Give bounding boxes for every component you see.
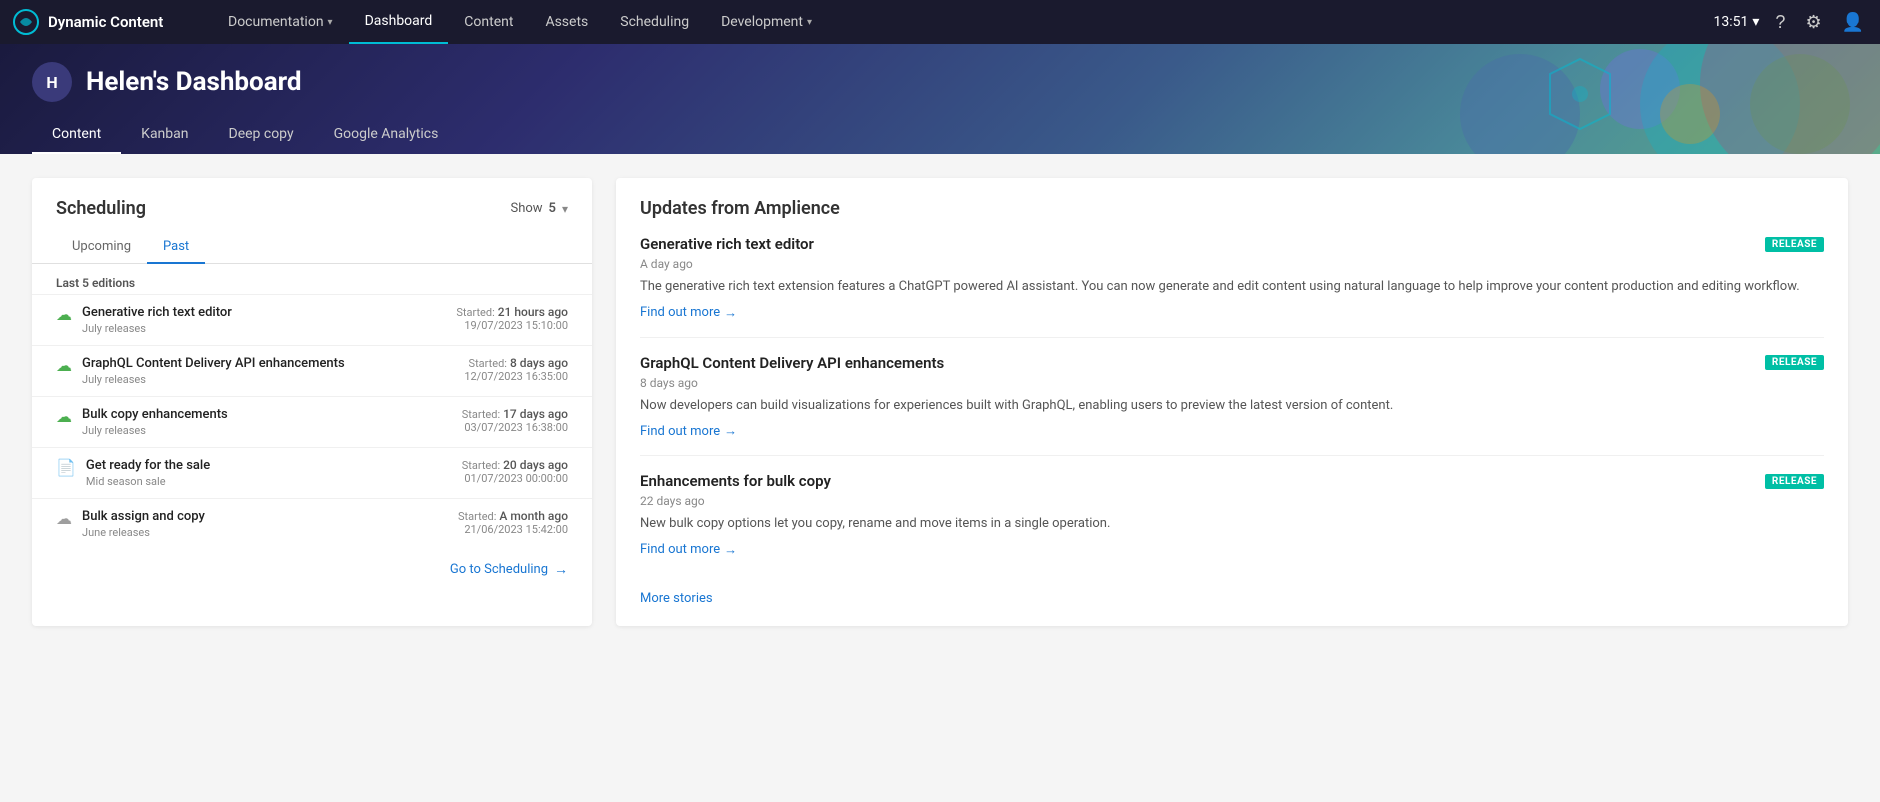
update-age: 22 days ago [640, 494, 1824, 508]
tab-past[interactable]: Past [147, 231, 205, 264]
dashboard-title: Helen's Dashboard [86, 67, 302, 97]
update-card-header: GraphQL Content Delivery API enhancement… [640, 354, 1824, 372]
edition-sub: June releases [82, 526, 205, 539]
topnav-documentation[interactable]: Documentation ▾ [212, 0, 349, 44]
topnav-links: Documentation ▾ Dashboard Content Assets… [212, 0, 1714, 44]
update-age: A day ago [640, 257, 1824, 271]
cloud-upload-icon: ☁ [56, 407, 72, 426]
user-button[interactable]: 👤 [1838, 8, 1868, 37]
update-card-header: Enhancements for bulk copy RELEASE [640, 472, 1824, 490]
edition-time: Started: 17 days ago 03/07/2023 16:38:00 [462, 407, 568, 434]
cloud-upload-icon: ☁ [56, 356, 72, 375]
edition-name: GraphQL Content Delivery API enhancement… [82, 356, 345, 371]
show-control[interactable]: Show 5 ▾ [510, 201, 568, 216]
update-card-title: Generative rich text editor [640, 235, 814, 253]
edition-time: Started: 8 days ago 12/07/2023 16:35:00 [464, 356, 568, 383]
edition-time: Started: 20 days ago 01/07/2023 00:00:00 [462, 458, 568, 485]
find-out-more-link[interactable]: Find out more → [640, 542, 1824, 558]
topnav: Dynamic Content Documentation ▾ Dashboar… [0, 0, 1880, 44]
edition-name: Get ready for the sale [86, 458, 210, 473]
edition-sub: Mid season sale [86, 475, 210, 488]
update-description: Now developers can build visualizations … [640, 396, 1824, 416]
update-card: Enhancements for bulk copy RELEASE 22 da… [640, 472, 1824, 574]
go-to-scheduling-link[interactable]: Go to Scheduling → [32, 549, 592, 594]
release-badge: RELEASE [1765, 237, 1824, 252]
avatar: H [32, 62, 72, 102]
show-chevron-icon: ▾ [562, 202, 568, 216]
tab-content[interactable]: Content [32, 116, 121, 154]
topnav-dashboard[interactable]: Dashboard [349, 0, 449, 44]
edition-time: Started: 21 hours ago 19/07/2023 15:10:0… [456, 305, 568, 332]
tab-kanban[interactable]: Kanban [121, 116, 208, 154]
arrow-right-icon: → [554, 561, 568, 578]
topnav-development[interactable]: Development ▾ [705, 0, 828, 44]
cloud-upload-icon: ☁ [56, 305, 72, 324]
list-item: ☁ Generative rich text editor July relea… [32, 294, 592, 345]
edition-sub: July releases [82, 424, 228, 437]
find-out-more-link[interactable]: Find out more → [640, 423, 1824, 439]
updates-panel: Updates from Amplience Generative rich t… [616, 178, 1848, 626]
topnav-right: 13:51 ▾ ? ⚙ 👤 [1714, 8, 1868, 37]
topnav-assets[interactable]: Assets [529, 0, 604, 44]
clock-display: 13:51 ▾ [1714, 14, 1760, 30]
update-age: 8 days ago [640, 376, 1824, 390]
show-text: Show [510, 201, 542, 216]
cloud-icon: ☁ [56, 509, 72, 528]
list-item: 📄 Get ready for the sale Mid season sale… [32, 447, 592, 498]
edition-left: ☁ Bulk assign and copy June releases [56, 509, 205, 539]
scheduling-tabs: Upcoming Past [32, 231, 592, 264]
scheduling-title: Scheduling [56, 198, 146, 219]
app-logo-icon [12, 8, 40, 36]
help-button[interactable]: ? [1771, 8, 1789, 37]
dashboard-header: H Helen's Dashboard Content Kanban Deep … [0, 44, 1880, 154]
release-badge: RELEASE [1765, 474, 1824, 489]
document-icon: 📄 [56, 458, 76, 477]
documentation-chevron-icon: ▾ [328, 17, 333, 28]
scheduling-panel: Scheduling Show 5 ▾ Upcoming Past Last 5… [32, 178, 592, 626]
edition-sub: July releases [82, 373, 345, 386]
release-badge: RELEASE [1765, 355, 1824, 370]
arrow-right-icon: → [724, 542, 737, 558]
update-description: New bulk copy options let you copy, rena… [640, 514, 1824, 534]
arrow-right-icon: → [724, 305, 737, 321]
main-content: Scheduling Show 5 ▾ Upcoming Past Last 5… [0, 154, 1880, 650]
edition-name: Generative rich text editor [82, 305, 232, 320]
editions-label: Last 5 editions [32, 264, 592, 294]
scheduling-header: Scheduling Show 5 ▾ [32, 178, 592, 231]
update-card: Generative rich text editor RELEASE A da… [640, 235, 1824, 338]
edition-left: ☁ Generative rich text editor July relea… [56, 305, 232, 335]
arrow-right-icon: → [724, 423, 737, 439]
show-count: 5 [549, 201, 556, 216]
find-out-more-link[interactable]: Find out more → [640, 305, 1824, 321]
topnav-scheduling[interactable]: Scheduling [604, 0, 705, 44]
update-card-title: Enhancements for bulk copy [640, 472, 831, 490]
development-chevron-icon: ▾ [807, 17, 812, 28]
edition-left: ☁ GraphQL Content Delivery API enhanceme… [56, 356, 345, 386]
edition-name: Bulk copy enhancements [82, 407, 228, 422]
topnav-content[interactable]: Content [448, 0, 529, 44]
tab-google-analytics[interactable]: Google Analytics [314, 116, 459, 154]
updates-title: Updates from Amplience [640, 198, 1824, 219]
tab-deep-copy[interactable]: Deep copy [209, 116, 314, 154]
edition-time: Started: A month ago 21/06/2023 15:42:00 [458, 509, 568, 536]
update-description: The generative rich text extension featu… [640, 277, 1824, 297]
dashboard-tabs: Content Kanban Deep copy Google Analytic… [32, 116, 1848, 154]
app-logo: Dynamic Content [12, 8, 212, 36]
edition-name: Bulk assign and copy [82, 509, 205, 524]
app-title: Dynamic Content [48, 13, 163, 31]
update-card: GraphQL Content Delivery API enhancement… [640, 354, 1824, 457]
settings-button[interactable]: ⚙ [1801, 8, 1825, 37]
list-item: ☁ Bulk copy enhancements July releases S… [32, 396, 592, 447]
edition-sub: July releases [82, 322, 232, 335]
update-card-header: Generative rich text editor RELEASE [640, 235, 1824, 253]
dashboard-title-row: H Helen's Dashboard [32, 62, 1848, 102]
more-stories-link[interactable]: More stories [640, 583, 713, 606]
edition-left: 📄 Get ready for the sale Mid season sale [56, 458, 210, 488]
tab-upcoming[interactable]: Upcoming [56, 231, 147, 264]
list-item: ☁ Bulk assign and copy June releases Sta… [32, 498, 592, 549]
list-item: ☁ GraphQL Content Delivery API enhanceme… [32, 345, 592, 396]
edition-left: ☁ Bulk copy enhancements July releases [56, 407, 228, 437]
update-card-title: GraphQL Content Delivery API enhancement… [640, 354, 944, 372]
time-chevron-icon[interactable]: ▾ [1752, 14, 1759, 30]
